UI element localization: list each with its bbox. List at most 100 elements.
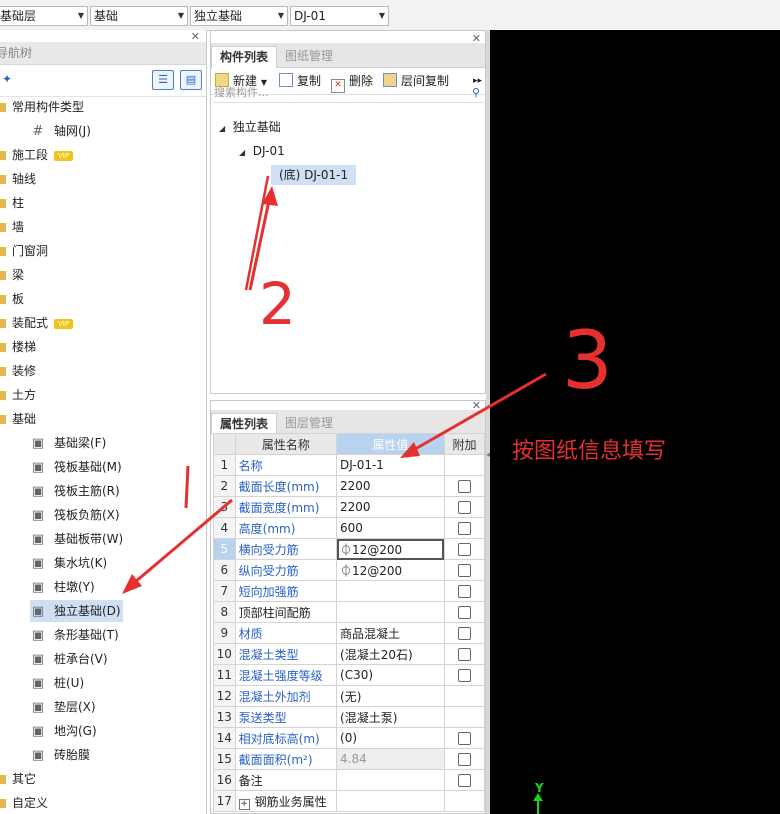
nav-sub-item-10[interactable]: ▣ 桩(U) xyxy=(30,672,84,694)
property-row[interactable]: 1 名称 DJ-01-1 xyxy=(213,454,486,476)
nav-category-6[interactable]: 梁 xyxy=(0,264,24,286)
property-row[interactable]: 10 混凝土类型 (混凝土20石) xyxy=(213,643,486,665)
component-search-input[interactable]: 搜索构件... ⚲ xyxy=(213,84,484,103)
nav-sub-item-5[interactable]: ▣ 集水坑(K) xyxy=(30,552,107,574)
nav-category-12[interactable]: 基础 xyxy=(0,408,36,430)
expand-plus-icon[interactable]: + xyxy=(238,798,250,810)
nav-sub-item-0[interactable]: ▣ 基础梁(F) xyxy=(30,432,106,454)
property-value[interactable]: (混凝土20石) xyxy=(336,643,445,665)
property-value[interactable]: 2200 xyxy=(336,475,445,497)
nav-category-3[interactable]: 柱 xyxy=(0,192,24,214)
add-icon[interactable]: ✦ xyxy=(2,72,12,86)
nav-category-10[interactable]: 装修 xyxy=(0,360,36,382)
extra-checkbox[interactable] xyxy=(457,606,471,619)
extra-checkbox[interactable] xyxy=(457,732,471,745)
nav-sub-item-6[interactable]: ▣ 柱墩(Y) xyxy=(30,576,95,598)
extra-checkbox[interactable] xyxy=(457,501,471,514)
nav-sub-axis-grid[interactable]: # 轴网(J) xyxy=(30,120,91,142)
property-row[interactable]: 16 备注 xyxy=(213,769,486,791)
property-value[interactable] xyxy=(336,601,445,623)
property-row[interactable]: 12 混凝土外加剂 (无) xyxy=(213,685,486,707)
tab-layer-management[interactable]: 图层管理 xyxy=(277,413,341,434)
detail-view-icon[interactable]: ▤ xyxy=(180,70,202,90)
property-row[interactable]: 7 短向加强筋 xyxy=(213,580,486,602)
nav-category-14[interactable]: 自定义 xyxy=(0,792,48,814)
close-icon[interactable]: ✕ xyxy=(191,30,200,43)
nav-category-7[interactable]: 板 xyxy=(0,288,24,310)
property-value[interactable]: 商品混凝土 xyxy=(336,622,445,644)
property-row[interactable]: 9 材质 商品混凝土 xyxy=(213,622,486,644)
property-value[interactable]: (混凝土泵) xyxy=(336,706,445,728)
property-value[interactable]: (无) xyxy=(336,685,445,707)
tab-component-list[interactable]: 构件列表 xyxy=(211,46,278,68)
nav-sub-item-13[interactable]: ▣ 砖胎膜 xyxy=(30,744,90,766)
property-row[interactable]: 11 混凝土强度等级 (C30) xyxy=(213,664,486,686)
property-row[interactable]: 14 相对底标高(m) (0) xyxy=(213,727,486,749)
nav-category-1[interactable]: 施工段 VIP xyxy=(0,144,74,166)
nav-category-9[interactable]: 楼梯 xyxy=(0,336,36,358)
extra-checkbox[interactable] xyxy=(457,480,471,493)
property-row[interactable]: 2 截面长度(mm) 2200 xyxy=(213,475,486,497)
property-value[interactable] xyxy=(336,790,445,812)
property-row[interactable]: 13 泵送类型 (混凝土泵) xyxy=(213,706,486,728)
search-icon[interactable]: ⚲ xyxy=(472,84,480,102)
nav-sub-item-12[interactable]: ▣ 地沟(G) xyxy=(30,720,97,742)
property-value[interactable]: ⏀12@200 xyxy=(336,538,445,560)
floor-combo[interactable]: 基础层 ▼ xyxy=(0,6,88,26)
nav-sub-item-1[interactable]: ▣ 筏板基础(M) xyxy=(30,456,122,478)
nav-sub-item-7[interactable]: ▣ 独立基础(D) xyxy=(30,600,123,622)
nav-category-2[interactable]: 轴线 xyxy=(0,168,36,190)
nav-sub-item-8[interactable]: ▣ 条形基础(T) xyxy=(30,624,119,646)
type-combo[interactable]: 基础 ▼ xyxy=(90,6,188,26)
row-number: 12 xyxy=(213,685,236,707)
nav-category-0[interactable]: 常用构件类型 xyxy=(0,96,84,118)
property-value[interactable] xyxy=(336,769,445,791)
tree-node-leaf-selected[interactable]: (底) DJ-01-1 xyxy=(271,165,357,185)
property-row[interactable]: 3 截面宽度(mm) 2200 xyxy=(213,496,486,518)
extra-checkbox[interactable] xyxy=(457,522,471,535)
property-row[interactable]: 8 顶部柱间配筋 xyxy=(213,601,486,623)
property-row[interactable]: 4 高度(mm) 600 xyxy=(213,517,486,539)
property-row[interactable]: 15 截面面积(m²) 4.84 xyxy=(213,748,486,770)
extra-checkbox[interactable] xyxy=(457,585,471,598)
component-combo[interactable]: DJ-01 ▼ xyxy=(290,6,389,26)
property-value[interactable]: 4.84 xyxy=(336,748,445,770)
tree-node-root[interactable]: ◢ 独立基础 xyxy=(219,117,281,137)
nav-sub-item-9[interactable]: ▣ 桩承台(V) xyxy=(30,648,108,670)
extra-checkbox[interactable] xyxy=(457,543,471,556)
extra-checkbox[interactable] xyxy=(457,669,471,682)
tab-drawing-management[interactable]: 图纸管理 xyxy=(277,46,341,67)
drawing-canvas[interactable]: Y xyxy=(490,30,780,814)
property-value[interactable]: (C30) xyxy=(336,664,445,686)
property-value[interactable]: (0) xyxy=(336,727,445,749)
property-row[interactable]: 5 横向受力筋 ⏀12@200 xyxy=(213,538,486,560)
extra-checkbox[interactable] xyxy=(457,627,471,640)
nav-category-8[interactable]: 装配式 VIP xyxy=(0,312,74,334)
nav-sub-item-2[interactable]: ▣ 筏板主筋(R) xyxy=(30,480,120,502)
property-value[interactable]: 600 xyxy=(336,517,445,539)
list-view-icon[interactable]: ☰ xyxy=(152,70,174,90)
nav-sub-item-11[interactable]: ▣ 垫层(X) xyxy=(30,696,96,718)
expand-icon[interactable]: ◢ xyxy=(219,124,225,133)
extra-checkbox[interactable] xyxy=(457,774,471,787)
property-row[interactable]: 17 + 钢筋业务属性 xyxy=(213,790,486,812)
property-row[interactable]: 6 纵向受力筋 ⏀12@200 xyxy=(213,559,486,581)
property-value[interactable]: ⏀12@200 xyxy=(336,559,445,581)
nav-category-13[interactable]: 其它 xyxy=(0,768,36,790)
extra-checkbox[interactable] xyxy=(457,564,471,577)
component-type-combo[interactable]: 独立基础 ▼ xyxy=(190,6,288,26)
extra-checkbox[interactable] xyxy=(457,648,471,661)
nav-category-5[interactable]: 门窗洞 xyxy=(0,240,48,262)
nav-sub-item-3[interactable]: ▣ 筏板负筋(X) xyxy=(30,504,120,526)
property-value[interactable] xyxy=(336,580,445,602)
tree-node-child[interactable]: ◢ DJ-01 xyxy=(239,141,285,161)
nav-category-11[interactable]: 土方 xyxy=(0,384,36,406)
extra-checkbox[interactable] xyxy=(457,753,471,766)
property-value[interactable]: DJ-01-1 xyxy=(336,454,445,476)
tab-property-list[interactable]: 属性列表 xyxy=(211,413,278,435)
nav-title: 导航树 xyxy=(0,46,33,60)
expand-icon[interactable]: ◢ xyxy=(239,148,245,157)
nav-category-4[interactable]: 墙 xyxy=(0,216,24,238)
nav-sub-item-4[interactable]: ▣ 基础板带(W) xyxy=(30,528,123,550)
property-value[interactable]: 2200 xyxy=(336,496,445,518)
